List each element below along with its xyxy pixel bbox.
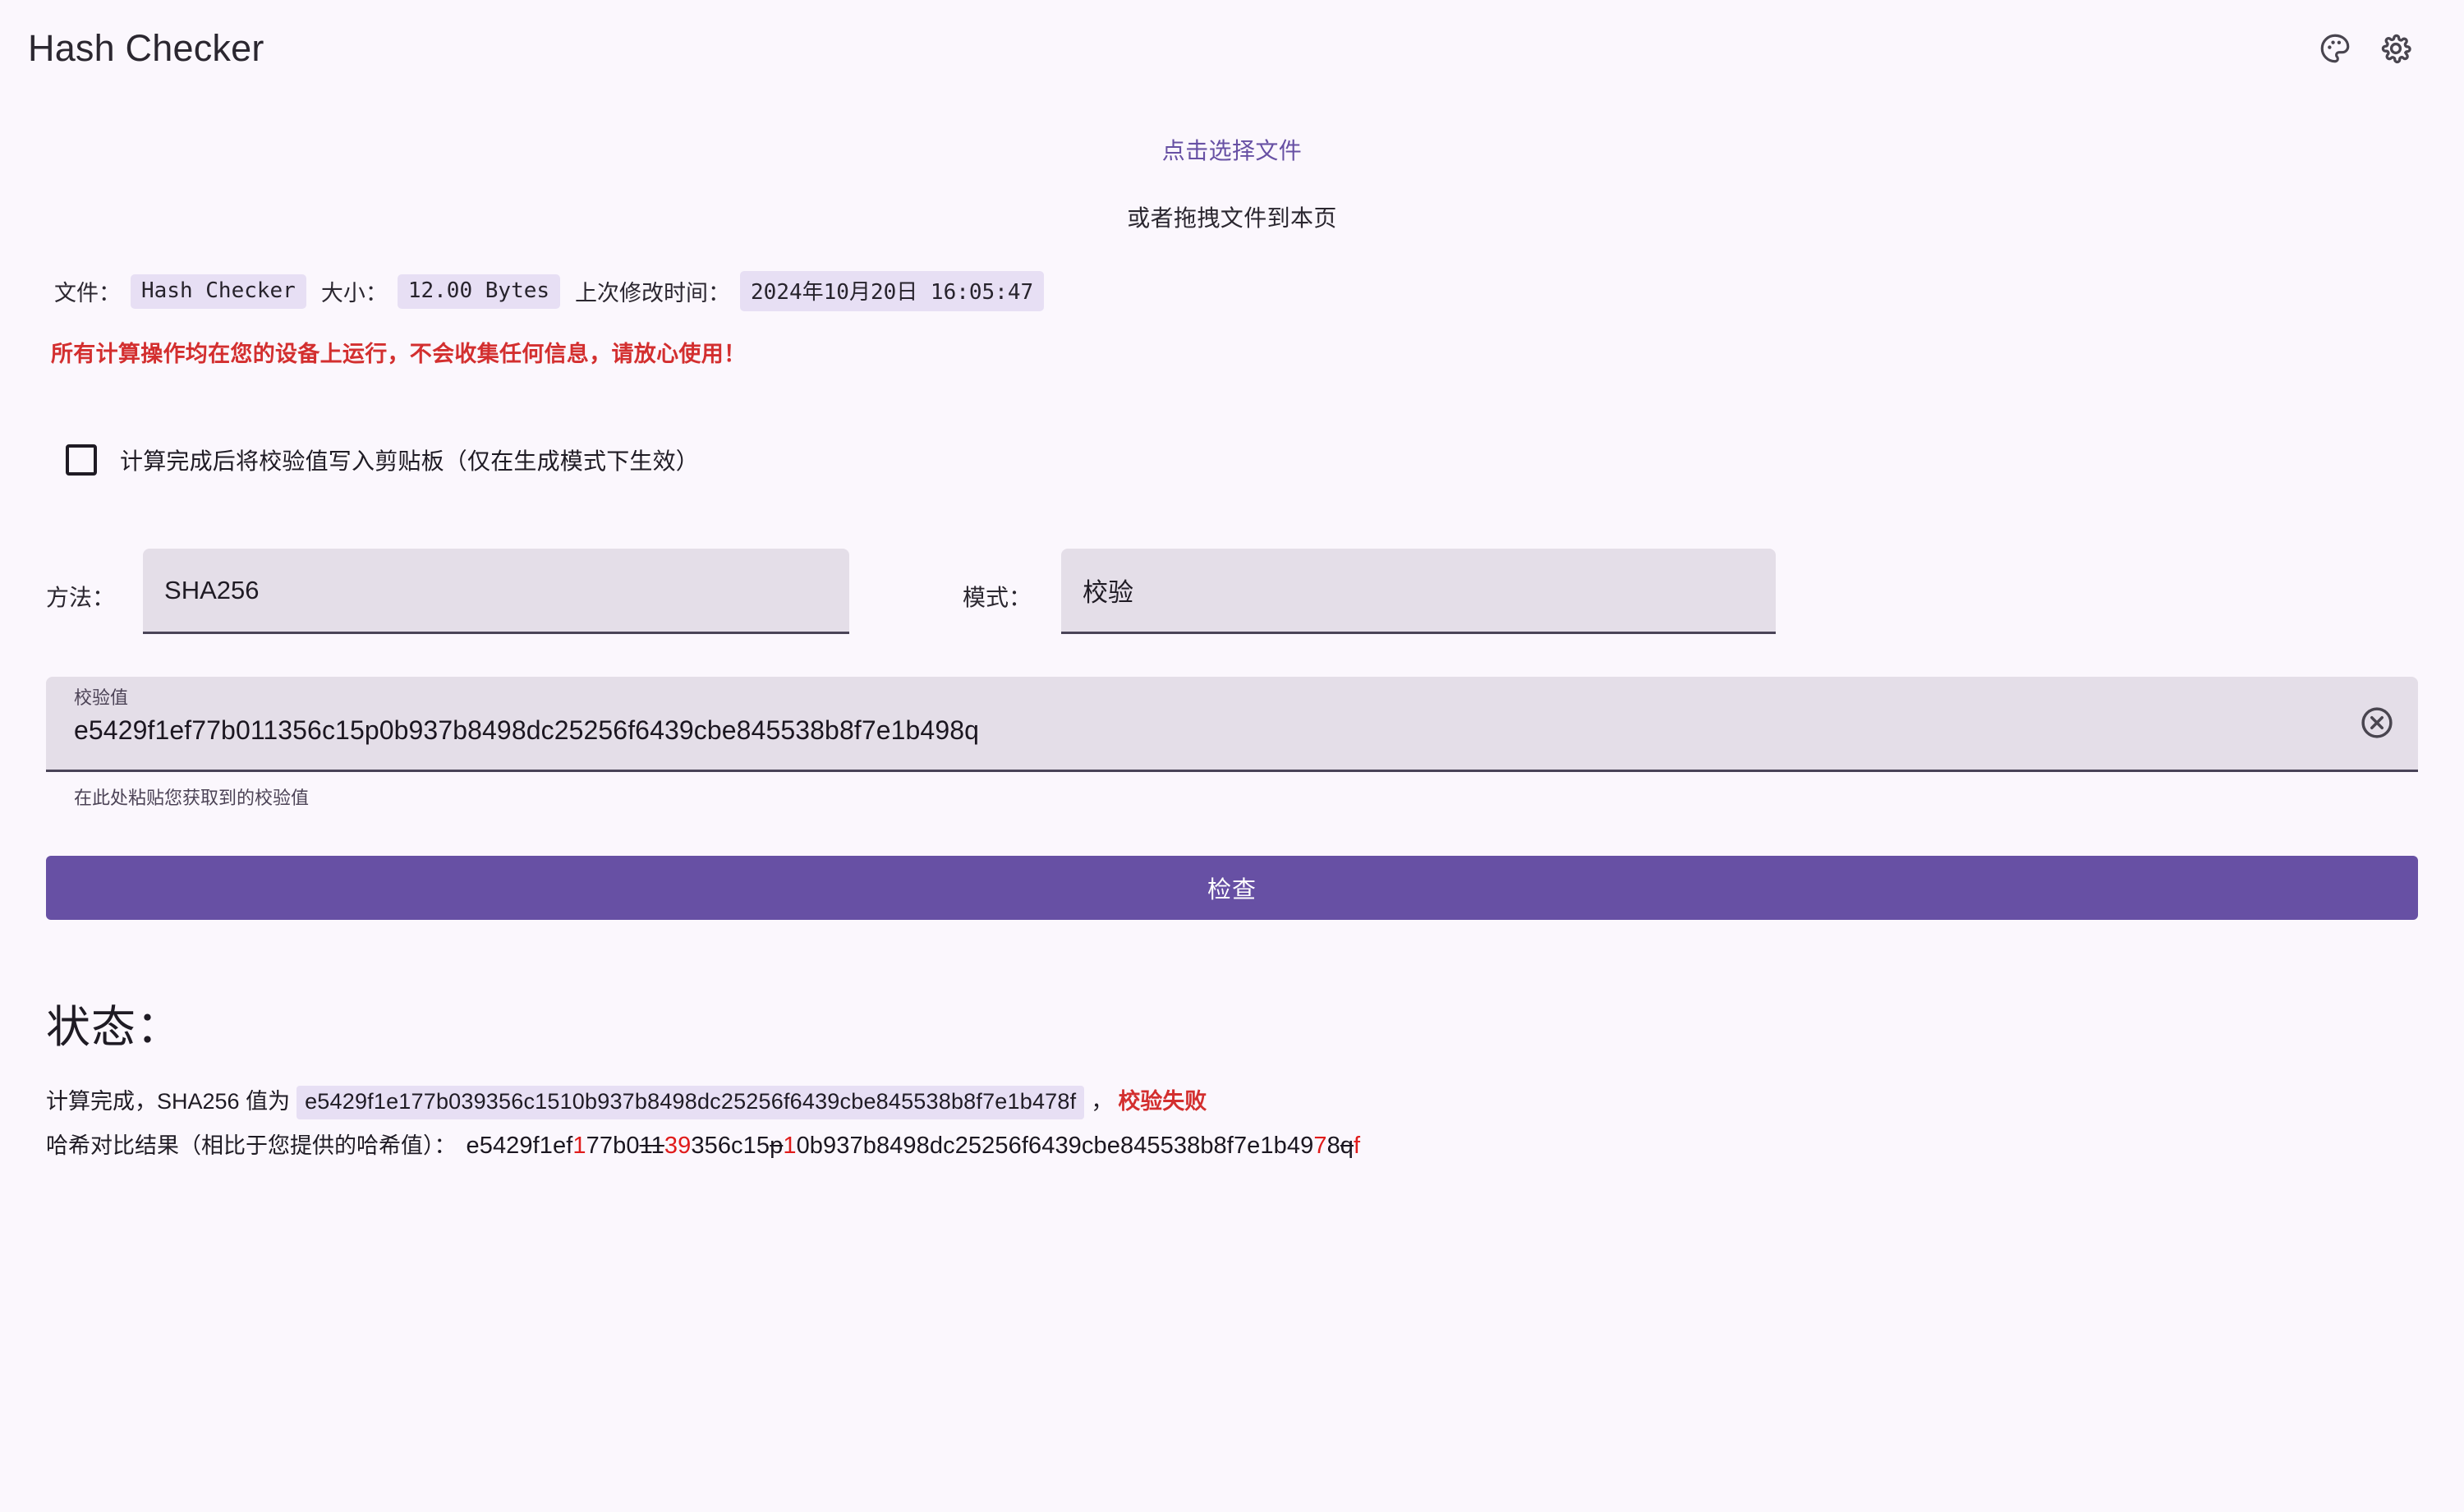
diff-segment-del: p [770, 1133, 783, 1159]
diff-prefix: 哈希对比结果（相比于您提供的哈希值）： [46, 1128, 457, 1160]
clipboard-checkbox-label: 计算完成后将校验值写入剪贴板（仅在生成模式下生效） [120, 443, 699, 476]
file-size-value: 12.00 Bytes [398, 274, 560, 309]
mode-selected-value: 校验 [1083, 572, 1133, 609]
check-button[interactable]: 检查 [46, 856, 2418, 920]
diff-segment-ins: f [1354, 1133, 1360, 1159]
hash-input-clear-button[interactable] [2354, 701, 2400, 747]
diff-segment-same: 356c15 [691, 1133, 770, 1159]
hash-input[interactable]: 校验值 e5429f1ef77b011356c15p0b937b8498dc25… [46, 677, 2418, 772]
clipboard-checkbox[interactable] [66, 444, 97, 476]
diff-segment-same: 0b937b8498dc25256f6439cbe845538b8f7e1b49 [797, 1133, 1314, 1159]
clipboard-checkbox-row[interactable]: 计算完成后将校验值写入剪贴板（仅在生成模式下生效） [66, 443, 2464, 476]
file-name-label: 文件： [54, 275, 121, 307]
line1-separator: ， [1091, 1083, 1113, 1115]
diff-segment-del: q [1340, 1133, 1354, 1159]
status-line-computed: 计算完成，SHA256 值为 e5429f1e177b039356c1510b9… [46, 1083, 2464, 1119]
hash-input-value[interactable]: e5429f1ef77b011356c15p0b937b8498dc25256f… [74, 715, 2336, 746]
file-modified-label: 上次修改时间： [575, 275, 730, 307]
diff-segment-ins: 7 [1313, 1133, 1326, 1159]
options-row: 方法： SHA256 模式： 校验 [46, 549, 2464, 634]
settings-button[interactable] [2365, 18, 2426, 79]
method-label: 方法： [46, 580, 115, 634]
select-file-link[interactable]: 点击选择文件 [0, 133, 2464, 166]
diff-segment-ins: 1 [783, 1133, 796, 1159]
status-heading: 状态： [46, 990, 2464, 1055]
file-size-label: 大小： [321, 275, 388, 307]
status-badge: 校验失败 [1118, 1083, 1207, 1115]
method-select[interactable]: SHA256 [143, 549, 849, 634]
hash-input-helper-text: 在此处粘贴您获取到的校验值 [74, 784, 2418, 810]
mode-select[interactable]: 校验 [1061, 549, 1776, 634]
diff-segment-same: 77b0 [586, 1133, 640, 1159]
diff-segment-same: e5429f1ef [467, 1133, 573, 1159]
file-name-value: Hash Checker [131, 274, 306, 309]
diff-segment-same: 8 [1327, 1133, 1340, 1159]
file-dropzone[interactable]: 点击选择文件 或者拖拽文件到本页 [0, 97, 2464, 233]
close-circle-icon [2359, 705, 2395, 745]
diff-segment-ins: 1 [572, 1133, 586, 1159]
palette-icon [2318, 31, 2352, 66]
diff-segment-ins: 39 [664, 1133, 691, 1159]
theme-palette-button[interactable] [2305, 18, 2365, 79]
app-bar: Hash Checker [0, 0, 2464, 97]
hash-diff-output: e5429f1ef177b01139356c15p10b937b8498dc25… [467, 1133, 1361, 1160]
computed-prefix: 计算完成，SHA256 值为 [46, 1083, 290, 1115]
mode-label: 模式： [963, 580, 1032, 634]
gear-icon [2379, 31, 2413, 66]
file-metadata: 文件： Hash Checker 大小： 12.00 Bytes 上次修改时间：… [54, 271, 2464, 311]
privacy-notice: 所有计算操作均在您的设备上运行，不会收集任何信息，请放心使用！ [51, 336, 2464, 368]
diff-segment-del: 11 [640, 1133, 664, 1159]
hash-field-wrapper: 校验值 e5429f1ef77b011356c15p0b937b8498dc25… [46, 677, 2418, 810]
file-modified-value: 2024年10月20日 16:05:47 [740, 271, 1044, 311]
hash-input-label: 校验值 [74, 688, 2336, 708]
status-line-diff: 哈希对比结果（相比于您提供的哈希值）： e5429f1ef177b0113935… [46, 1128, 2464, 1160]
dropzone-hint: 或者拖拽文件到本页 [0, 200, 2464, 233]
computed-hash-value: e5429f1e177b039356c1510b937b8498dc25256f… [297, 1086, 1084, 1119]
page-title: Hash Checker [28, 27, 264, 70]
method-selected-value: SHA256 [164, 576, 259, 605]
